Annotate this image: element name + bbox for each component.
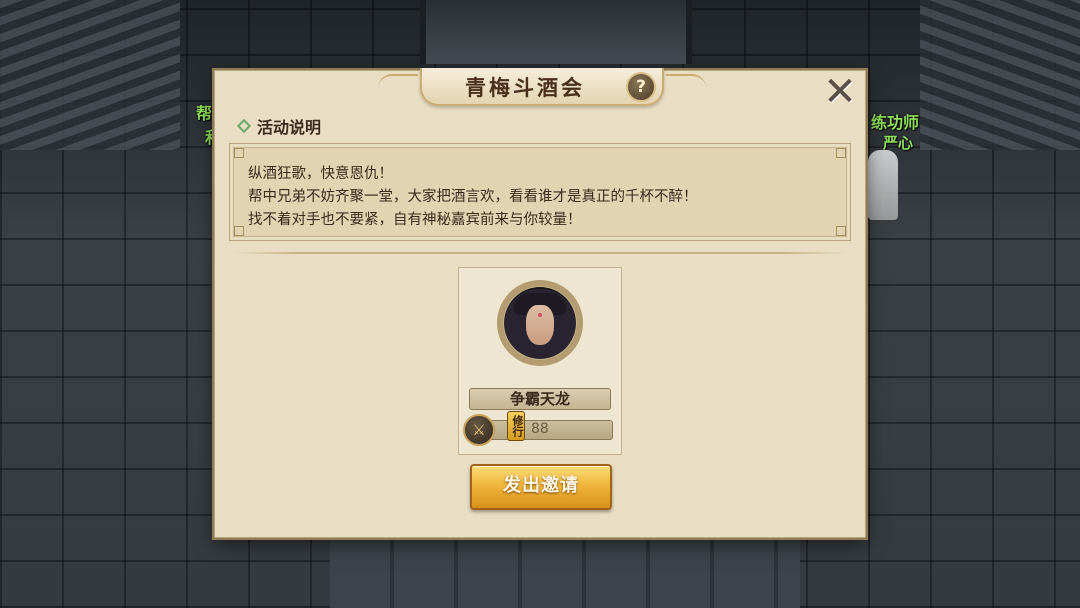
event-dialog: 青梅斗酒会 ? ✕ 活动说明 纵酒狂歌，快意恩仇！ 帮中兄弟不妨齐聚一堂，大家把… [214,68,866,538]
npc-figure[interactable] [868,150,898,220]
sword-icon: ⚔ [463,414,495,446]
scene-stairs-right [920,0,1080,150]
corner-ornament [234,226,244,236]
stat-row: ⚔ 修行 88 [463,411,613,446]
close-button[interactable]: ✕ [823,72,857,112]
help-button[interactable]: ? [626,72,656,102]
corner-ornament [836,148,846,158]
stat-tag: 修行 [507,411,525,441]
scene-stairs-left [0,0,180,150]
character-portrait [504,287,576,359]
dialog-title: 青梅斗酒会 [465,75,585,100]
npc-title-right[interactable]: 练功师 [871,109,919,133]
corner-ornament [836,226,846,236]
npc-name-left[interactable]: 帮 [196,100,212,124]
opponent-name: 争霸天龙 [469,388,611,410]
description-line: 纵酒狂歌，快意恩仇！ [248,166,393,182]
opponent-card: 争霸天龙 ⚔ 修行 88 [458,267,622,455]
description-line: 找不着对手也不要紧，自有神秘嘉宾前来与你较量！ [248,212,582,228]
description-box: 纵酒狂歌，快意恩仇！ 帮中兄弟不妨齐聚一堂，大家把酒言欢，看看谁才是真正的千杯不… [229,143,851,241]
invite-button[interactable]: 发出邀请 [470,464,612,510]
scene-gate [420,0,692,64]
divider [233,252,847,254]
corner-ornament [234,148,244,158]
title-plate: 青梅斗酒会 ? [378,68,706,106]
stat-bar [487,420,613,440]
diamond-icon [236,118,252,134]
description-line: 帮中兄弟不妨齐聚一堂，大家把酒言欢，看看谁才是真正的千杯不醉！ [248,189,698,205]
scene-road [330,536,800,608]
stat-value: 88 [531,421,549,437]
avatar[interactable] [497,280,583,366]
section-header: 活动说明 [236,115,322,137]
section-title: 活动说明 [257,118,322,137]
